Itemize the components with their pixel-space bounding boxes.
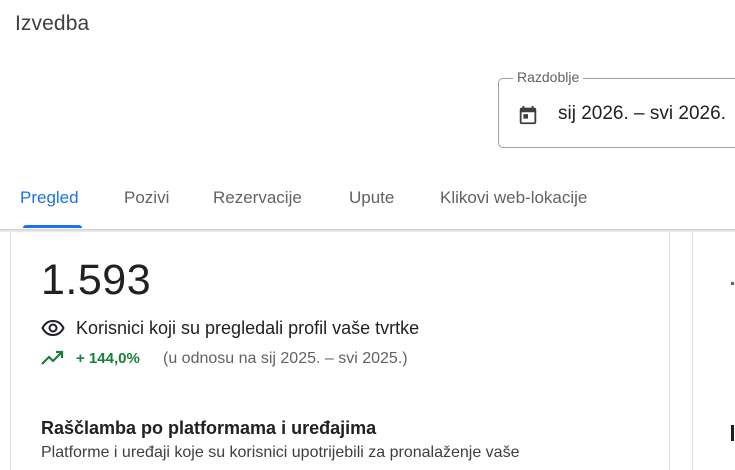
secondary-card bbox=[692, 232, 735, 470]
metric-label: Korisnici koji su pregledali profil vaše… bbox=[76, 318, 420, 338]
breakdown-description: Platforme i uređaji koje su korisnici up… bbox=[41, 444, 520, 461]
date-range-value: sij 2026. – svi 2026. bbox=[558, 103, 726, 124]
performance-page: Izvedba Razdoblje sij 2026. – svi 2026. … bbox=[0, 0, 735, 470]
tab-pozivi[interactable]: Pozivi bbox=[124, 188, 169, 208]
tab-bar: Pregled Pozivi Rezervacije Upute Klikovi… bbox=[0, 170, 735, 230]
secondary-card-heading-edge bbox=[731, 425, 734, 441]
page-title: Izvedba bbox=[15, 12, 90, 35]
tab-klikovi-web-lokacije[interactable]: Klikovi web-lokacije bbox=[440, 188, 587, 208]
tab-upute[interactable]: Upute bbox=[349, 188, 394, 208]
trend-comparison-period: (u odnosu na sij 2025. – svi 2025.) bbox=[163, 350, 408, 367]
breakdown-heading: Raščlamba po platformama i uređajima bbox=[41, 418, 377, 438]
tab-pregled[interactable]: Pregled bbox=[20, 188, 79, 208]
trend-change-value: + 144,0% bbox=[76, 350, 140, 367]
metric-value: 1.593 bbox=[41, 256, 152, 304]
trending-up-icon bbox=[41, 350, 64, 365]
metric-card: 1.593 Korisnici koji su pregledali profi… bbox=[10, 232, 670, 470]
secondary-card-content-edge bbox=[731, 282, 734, 285]
tab-rezervacije[interactable]: Rezervacije bbox=[213, 188, 302, 208]
eye-icon bbox=[41, 319, 65, 337]
date-range-label: Razdoblje bbox=[513, 69, 584, 85]
date-range-picker[interactable]: Razdoblje sij 2026. – svi 2026. bbox=[498, 69, 735, 148]
calendar-icon bbox=[519, 105, 537, 125]
active-tab-indicator bbox=[23, 225, 82, 228]
